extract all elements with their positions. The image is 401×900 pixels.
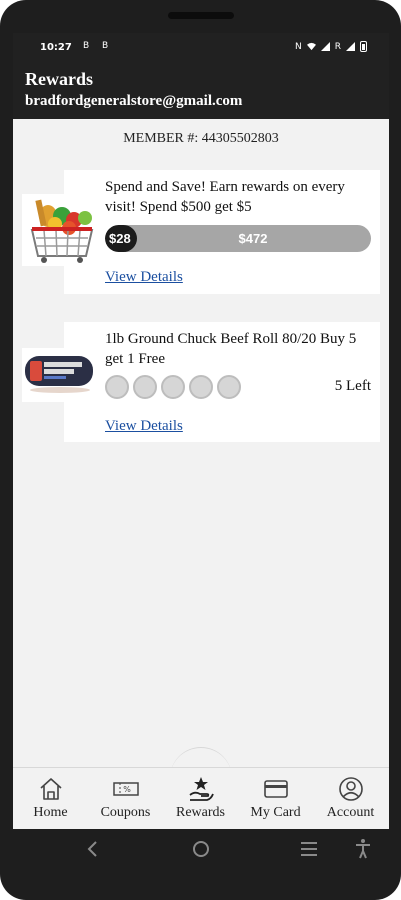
grocery-basket-image — [22, 194, 98, 266]
status-right-icons: N R — [295, 41, 367, 52]
signal-icon — [346, 42, 355, 51]
view-details-link[interactable]: View Details — [105, 269, 183, 286]
page-title: Rewards — [25, 69, 93, 89]
bottom-navigation: Home % Coupons Rewards My Card Account — [13, 767, 389, 829]
nav-coupons[interactable]: % Coupons — [88, 768, 163, 829]
nav-account-label: Account — [326, 805, 375, 820]
nav-home[interactable]: Home — [13, 768, 88, 829]
punch-slot — [189, 375, 213, 399]
reward-card-spend-save[interactable]: Spend and Save! Earn rewards on every vi… — [22, 170, 380, 294]
status-time: 10:27 — [40, 42, 72, 53]
status-bar: 10:27 Β Β N R — [13, 33, 389, 61]
roaming-indicator: R — [334, 41, 341, 52]
ground-chuck-image — [22, 348, 98, 402]
nav-rewards-label: Rewards — [176, 805, 225, 820]
home-button-icon[interactable] — [189, 837, 213, 861]
svg-text:%: % — [123, 785, 131, 794]
account-email: bradfordgeneralstore@gmail.com — [25, 93, 243, 109]
spend-progress-bar: $28 $472 — [105, 225, 371, 252]
punches-remaining: 5 Left — [334, 378, 371, 394]
nav-rewards[interactable]: Rewards — [163, 768, 238, 829]
member-number: MEMBER #: 44305502803 — [123, 131, 279, 146]
reward-title: Spend and Save! Earn rewards on every vi… — [105, 179, 345, 215]
punch-slot — [161, 375, 185, 399]
punch-slot — [133, 375, 157, 399]
app-screen: 10:27 Β Β N R Rewards bradfordgeneralsto — [13, 33, 389, 829]
nav-home-label: Home — [33, 805, 68, 820]
nfc-indicator: N — [295, 41, 302, 52]
speaker-grille — [168, 12, 234, 19]
punch-slot — [105, 375, 129, 399]
coupon-icon: % — [112, 775, 140, 803]
nav-account[interactable]: Account — [313, 768, 388, 829]
recent-apps-icon[interactable] — [297, 837, 321, 861]
punch-slot — [217, 375, 241, 399]
app-header: Rewards bradfordgeneralstore@gmail.com — [13, 61, 389, 119]
nav-my-card[interactable]: My Card — [238, 768, 313, 829]
back-icon[interactable] — [81, 837, 105, 861]
system-navigation-bar — [0, 829, 401, 873]
reward-title: 1lb Ground Chuck Beef Roll 80/20 Buy 5 g… — [105, 331, 357, 367]
battery-icon — [360, 41, 367, 52]
notification-icons: Β Β — [83, 41, 114, 51]
reward-card-ground-chuck[interactable]: 1lb Ground Chuck Beef Roll 80/20 Buy 5 g… — [22, 322, 380, 442]
nav-my-card-label: My Card — [250, 805, 301, 820]
home-icon — [37, 775, 65, 803]
punch-card — [105, 375, 241, 399]
card-icon — [262, 775, 290, 803]
phone-frame: 10:27 Β Β N R Rewards bradfordgeneralsto — [0, 0, 401, 900]
signal-icon — [320, 42, 330, 51]
wifi-icon — [306, 42, 316, 51]
account-icon — [337, 775, 365, 803]
nav-coupons-label: Coupons — [100, 805, 151, 820]
accessibility-icon[interactable] — [351, 837, 375, 861]
rewards-icon — [187, 775, 215, 803]
progress-remaining-amount: $472 — [238, 231, 268, 246]
view-details-link[interactable]: View Details — [105, 418, 183, 435]
